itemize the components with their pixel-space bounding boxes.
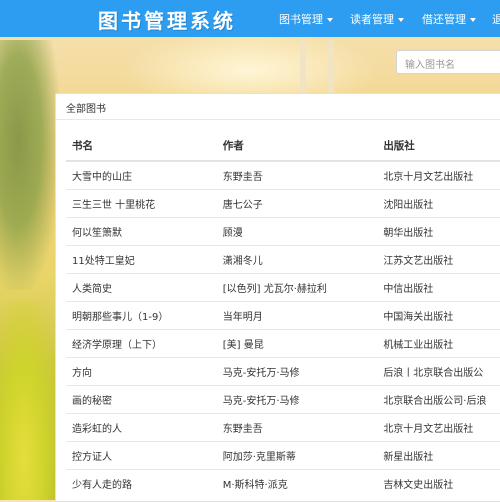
cell-title: 方向 bbox=[66, 357, 217, 386]
cell-author: 当年明月 bbox=[216, 301, 378, 330]
cell-title: 画的秘密 bbox=[66, 385, 217, 414]
cell-publisher: 北京十月文艺出版社 bbox=[377, 413, 500, 442]
table-row: 控方证人 阿加莎·克里斯蒂 新星出版社 bbox=[66, 441, 500, 470]
nav-logout[interactable]: 退 bbox=[492, 11, 500, 27]
table-row: 三生三世 十里桃花 唐七公子 沈阳出版社 bbox=[66, 189, 500, 218]
search-placeholder: 输入图书名 bbox=[405, 60, 455, 71]
cell-author: 潇湘冬儿 bbox=[216, 245, 378, 274]
background-tree bbox=[0, 40, 60, 290]
background-field bbox=[0, 300, 60, 500]
cell-publisher: 朝华出版社 bbox=[377, 217, 500, 246]
cell-title: 造彩虹的人 bbox=[66, 413, 217, 442]
cell-author: [美] 曼昆 bbox=[216, 329, 378, 358]
caret-down-icon bbox=[327, 18, 333, 22]
cell-author: M·斯科特·派克 bbox=[216, 469, 378, 497]
cell-title: 大雪中的山庄 bbox=[66, 160, 217, 190]
cell-publisher: 江苏文艺出版社 bbox=[377, 245, 500, 274]
cell-publisher: 中信出版社 bbox=[377, 273, 500, 302]
table-row: 人类简史 [以色列] 尤瓦尔·赫拉利 中信出版社 bbox=[66, 273, 500, 302]
cell-author: 阿加莎·克里斯蒂 bbox=[216, 441, 378, 470]
cell-publisher: 沈阳出版社 bbox=[377, 189, 500, 218]
cell-title: 何以笙箫默 bbox=[66, 217, 217, 246]
column-header-author: 作者 bbox=[216, 130, 378, 162]
nav-label: 退 bbox=[492, 13, 500, 26]
top-navbar: 图书管理系统 图书管理 读者管理 借还管理 退 bbox=[0, 0, 500, 37]
cell-title: 明朝那些事儿（1-9） bbox=[66, 301, 217, 330]
table-row: 画的秘密 马克-安托万·马修 北京联合出版公司·后浪 bbox=[66, 385, 500, 414]
cell-author: 马克-安托万·马修 bbox=[216, 385, 378, 414]
search-input[interactable]: 输入图书名 bbox=[396, 50, 500, 74]
nav-label: 借还管理 bbox=[422, 13, 466, 26]
background-post bbox=[300, 40, 306, 100]
column-header-title: 书名 bbox=[66, 130, 217, 162]
cell-publisher: 北京联合出版公司·后浪 bbox=[377, 385, 500, 414]
column-header-publisher: 出版社 bbox=[377, 130, 500, 162]
cell-publisher: 中国海关出版社 bbox=[377, 301, 500, 330]
app-title: 图书管理系统 bbox=[98, 9, 236, 33]
books-panel: 全部图书 书名 作者 出版社 大雪中的山庄 东野圭吾 北京十月文艺出版社 三生三世 十… bbox=[55, 93, 500, 502]
cell-title: 控方证人 bbox=[66, 441, 217, 470]
nav-reader-management[interactable]: 读者管理 bbox=[350, 11, 404, 27]
cell-publisher: 吉林文史出版社 bbox=[377, 469, 500, 497]
cell-title: 人类简史 bbox=[66, 273, 217, 302]
cell-author: 顾漫 bbox=[216, 217, 378, 246]
cell-author: 东野圭吾 bbox=[216, 413, 378, 442]
table-row: 明朝那些事儿（1-9） 当年明月 中国海关出版社 bbox=[66, 301, 500, 330]
cell-author: [以色列] 尤瓦尔·赫拉利 bbox=[216, 273, 378, 302]
panel-title: 全部图书 bbox=[56, 94, 500, 120]
background-post bbox=[328, 40, 334, 100]
nav-label: 读者管理 bbox=[350, 13, 394, 26]
nav-borrow-management[interactable]: 借还管理 bbox=[422, 11, 476, 27]
table-row: 11处特工皇妃 潇湘冬儿 江苏文艺出版社 bbox=[66, 245, 500, 274]
cell-title: 少有人走的路 bbox=[66, 469, 217, 497]
cell-title: 三生三世 十里桃花 bbox=[66, 189, 217, 218]
cell-author: 唐七公子 bbox=[216, 189, 378, 218]
caret-down-icon bbox=[470, 18, 476, 22]
cell-publisher: 新星出版社 bbox=[377, 441, 500, 470]
table-row: 造彩虹的人 东野圭吾 北京十月文艺出版社 bbox=[66, 413, 500, 442]
cell-publisher: 机械工业出版社 bbox=[377, 329, 500, 358]
table-row: 大雪中的山庄 东野圭吾 北京十月文艺出版社 bbox=[66, 160, 500, 190]
cell-publisher: 后浪丨北京联合出版公 bbox=[377, 357, 500, 386]
cell-title: 经济学原理（上下） bbox=[66, 329, 217, 358]
nav-label: 图书管理 bbox=[279, 13, 323, 26]
table-row: 少有人走的路 M·斯科特·派克 吉林文史出版社 bbox=[66, 469, 500, 497]
table-row: 方向 马克-安托万·马修 后浪丨北京联合出版公 bbox=[66, 357, 500, 386]
cell-author: 马克-安托万·马修 bbox=[216, 357, 378, 386]
caret-down-icon bbox=[398, 18, 404, 22]
cell-publisher: 北京十月文艺出版社 bbox=[377, 160, 500, 190]
books-table: 书名 作者 出版社 大雪中的山庄 东野圭吾 北京十月文艺出版社 三生三世 十里桃花 唐七… bbox=[66, 130, 500, 497]
nav-book-management[interactable]: 图书管理 bbox=[279, 11, 333, 27]
cell-title: 11处特工皇妃 bbox=[66, 245, 217, 274]
table-row: 经济学原理（上下） [美] 曼昆 机械工业出版社 bbox=[66, 329, 500, 358]
cell-author: 东野圭吾 bbox=[216, 160, 378, 190]
table-header-row: 书名 作者 出版社 bbox=[66, 130, 500, 162]
table-row: 何以笙箫默 顾漫 朝华出版社 bbox=[66, 217, 500, 246]
